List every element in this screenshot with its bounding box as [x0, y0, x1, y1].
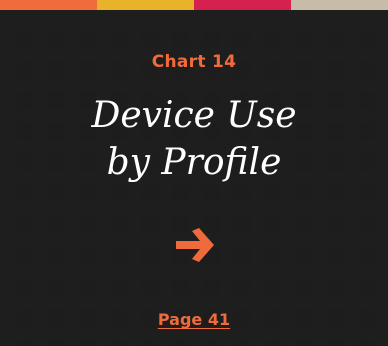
background-square [358, 30, 375, 47]
background-square [141, 278, 158, 295]
background-square [203, 30, 220, 47]
background-square [203, 278, 220, 295]
background-square [296, 185, 313, 202]
background-square [79, 247, 96, 264]
background-square [79, 216, 96, 233]
background-square [172, 30, 189, 47]
background-square [296, 30, 313, 47]
background-square [327, 278, 344, 295]
background-square [17, 340, 34, 346]
color-strip-segment-orange [0, 0, 97, 10]
background-square [48, 278, 65, 295]
background-square [172, 185, 189, 202]
background-square [265, 185, 282, 202]
background-square [265, 30, 282, 47]
background-square [296, 247, 313, 264]
chart-title-line-1: Device Use [91, 95, 297, 136]
right-arrow-icon[interactable] [174, 226, 216, 264]
background-square [296, 216, 313, 233]
background-square [141, 247, 158, 264]
background-square [358, 216, 375, 233]
background-square [234, 340, 251, 346]
background-square [17, 185, 34, 202]
chart-card: Chart 14 Device Use by Profile Page 41 [0, 0, 388, 346]
background-square [17, 30, 34, 47]
background-square [327, 340, 344, 346]
background-square [234, 216, 251, 233]
background-square [110, 340, 127, 346]
background-square [110, 216, 127, 233]
background-square [141, 185, 158, 202]
background-square [358, 278, 375, 295]
background-square [327, 30, 344, 47]
background-square [296, 340, 313, 346]
background-square [327, 185, 344, 202]
background-square [17, 247, 34, 264]
background-square [48, 247, 65, 264]
background-square [79, 30, 96, 47]
background-square [358, 185, 375, 202]
background-square [48, 340, 65, 346]
background-square [327, 216, 344, 233]
background-square [265, 278, 282, 295]
color-strip [0, 0, 388, 10]
color-strip-segment-yellow [97, 0, 194, 10]
background-square [79, 185, 96, 202]
background-square [234, 278, 251, 295]
background-square [327, 247, 344, 264]
background-square [110, 247, 127, 264]
background-square [234, 30, 251, 47]
background-square [172, 278, 189, 295]
background-square [17, 216, 34, 233]
chart-title: Device Use by Profile [0, 92, 388, 186]
background-square [234, 185, 251, 202]
background-square [141, 30, 158, 47]
background-square [141, 340, 158, 346]
background-square [296, 278, 313, 295]
background-square [358, 340, 375, 346]
background-square [203, 185, 220, 202]
background-square [79, 340, 96, 346]
background-square [110, 185, 127, 202]
chart-number-label: Chart 14 [151, 52, 237, 72]
background-square [110, 278, 127, 295]
chart-title-line-2: by Profile [106, 142, 282, 183]
background-square [358, 247, 375, 264]
background-square [110, 30, 127, 47]
background-square [265, 340, 282, 346]
background-square [48, 30, 65, 47]
background-square [48, 185, 65, 202]
background-square [265, 216, 282, 233]
background-square [141, 216, 158, 233]
background-square [17, 278, 34, 295]
background-square [234, 247, 251, 264]
color-strip-segment-red [194, 0, 291, 10]
background-square [79, 278, 96, 295]
background-square [203, 340, 220, 346]
background-square [48, 216, 65, 233]
background-square [172, 340, 189, 346]
color-strip-segment-beige [291, 0, 388, 10]
background-square [265, 247, 282, 264]
page-link[interactable]: Page 41 [0, 310, 388, 329]
